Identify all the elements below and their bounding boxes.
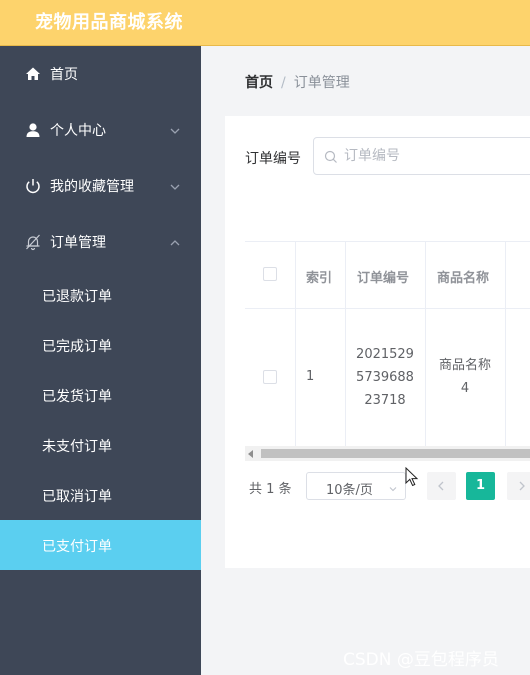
cell-index: 1 bbox=[306, 369, 315, 384]
sidebar-subitem-label: 未支付订单 bbox=[42, 439, 112, 455]
cell-order-no: 2021529 5739688 23718 bbox=[345, 343, 425, 412]
sidebar-item-orders[interactable]: 订单管理 bbox=[0, 214, 201, 270]
page-number-current[interactable]: 1 bbox=[466, 472, 495, 500]
cell-text-line: 5739688 bbox=[356, 370, 414, 385]
chevron-left-icon bbox=[438, 481, 444, 491]
watermark: CSDN @豆包程序员 bbox=[343, 650, 499, 670]
next-page-button[interactable] bbox=[507, 472, 530, 500]
breadcrumb-current: 订单管理 bbox=[293, 75, 350, 91]
sidebar-subitem-label: 已取消订单 bbox=[42, 489, 112, 505]
page-size-select[interactable]: 10条/页 bbox=[306, 472, 406, 500]
chevron-down-icon bbox=[389, 482, 397, 492]
sidebar-subitem-cancelled-orders[interactable]: 已取消订单 bbox=[0, 470, 201, 520]
app-title: 宠物用品商城系统 bbox=[35, 12, 183, 33]
sidebar-item-personal-center[interactable]: 个人中心 bbox=[0, 102, 201, 158]
sidebar-subitem-refunded-orders[interactable]: 已退款订单 bbox=[0, 270, 201, 320]
chevron-up-icon bbox=[170, 236, 180, 246]
cell-product-name: 商品名称 4 bbox=[425, 354, 505, 400]
sidebar-subitem-label: 已完成订单 bbox=[42, 339, 112, 355]
cell-text-line: 4 bbox=[460, 381, 470, 396]
page-size-value: 10条/页 bbox=[326, 483, 373, 498]
search-input[interactable] bbox=[344, 146, 530, 166]
search-icon bbox=[324, 149, 338, 163]
sidebar-item-label: 我的收藏管理 bbox=[50, 179, 134, 195]
orders-table: 索引 订单编号 商品名称 1 2021529 5739688 23718 商品名… bbox=[245, 241, 530, 446]
sidebar-item-label: 个人中心 bbox=[50, 123, 106, 139]
row-checkbox[interactable] bbox=[263, 370, 277, 384]
horizontal-scrollbar[interactable] bbox=[245, 446, 530, 461]
cell-text-line: 商品名称 bbox=[438, 358, 491, 373]
user-icon bbox=[24, 121, 42, 139]
sidebar-item-label: 首页 bbox=[50, 67, 78, 83]
home-icon bbox=[24, 65, 42, 83]
sidebar-subitem-paid-orders[interactable]: 已支付订单 bbox=[0, 520, 201, 570]
content-card: 订单编号 索引 订单编号 商品名称 1 2021529 5739 bbox=[225, 116, 530, 568]
column-header-product-name: 商品名称 bbox=[437, 271, 490, 286]
sidebar-subitem-label: 已退款订单 bbox=[42, 289, 112, 305]
select-all-checkbox[interactable] bbox=[263, 267, 277, 281]
column-header-index: 索引 bbox=[306, 271, 333, 286]
sidebar-item-favorites[interactable]: 我的收藏管理 bbox=[0, 158, 201, 214]
breadcrumb-separator: / bbox=[281, 75, 286, 91]
search-field[interactable] bbox=[313, 137, 530, 175]
prev-page-button[interactable] bbox=[427, 472, 456, 500]
power-icon bbox=[24, 177, 42, 195]
chevron-right-icon bbox=[519, 481, 525, 491]
sidebar-item-home[interactable]: 首页 bbox=[0, 46, 201, 102]
breadcrumb-home[interactable]: 首页 bbox=[245, 75, 273, 91]
mouse-cursor-icon bbox=[405, 466, 419, 491]
sidebar-subitem-label: 已支付订单 bbox=[42, 539, 112, 555]
cell-text-line: 2021529 bbox=[356, 347, 414, 362]
sidebar-subitem-shipped-orders[interactable]: 已发货订单 bbox=[0, 370, 201, 420]
chevron-down-icon bbox=[170, 124, 180, 134]
pagination-total: 共 1 条 bbox=[249, 482, 292, 497]
sidebar: 首页 个人中心 我的收藏管理 订单管理 已退款订单 已完成订单 已发货订单 未支… bbox=[0, 46, 201, 675]
scrollbar-thumb[interactable] bbox=[261, 449, 530, 458]
search-label: 订单编号 bbox=[245, 151, 301, 167]
breadcrumb: 首页 / 订单管理 bbox=[245, 72, 350, 92]
sidebar-subitem-completed-orders[interactable]: 已完成订单 bbox=[0, 320, 201, 370]
header-bar: 宠物用品商城系统 bbox=[0, 0, 530, 46]
column-header-order-no: 订单编号 bbox=[357, 271, 410, 286]
sidebar-item-label: 订单管理 bbox=[50, 235, 106, 251]
bell-off-icon bbox=[24, 233, 42, 251]
pagination: 共 1 条 10条/页 1 bbox=[249, 471, 530, 501]
sidebar-subitem-unpaid-orders[interactable]: 未支付订单 bbox=[0, 420, 201, 470]
chevron-down-icon bbox=[170, 180, 180, 190]
sidebar-subitem-label: 已发货订单 bbox=[42, 389, 112, 405]
scroll-left-arrow-icon[interactable] bbox=[248, 450, 253, 458]
main-content: 首页/订单管理 订单编号 索引 订单编号 商品名称 1 202 bbox=[201, 46, 530, 675]
cell-text-line: 23718 bbox=[364, 393, 406, 408]
